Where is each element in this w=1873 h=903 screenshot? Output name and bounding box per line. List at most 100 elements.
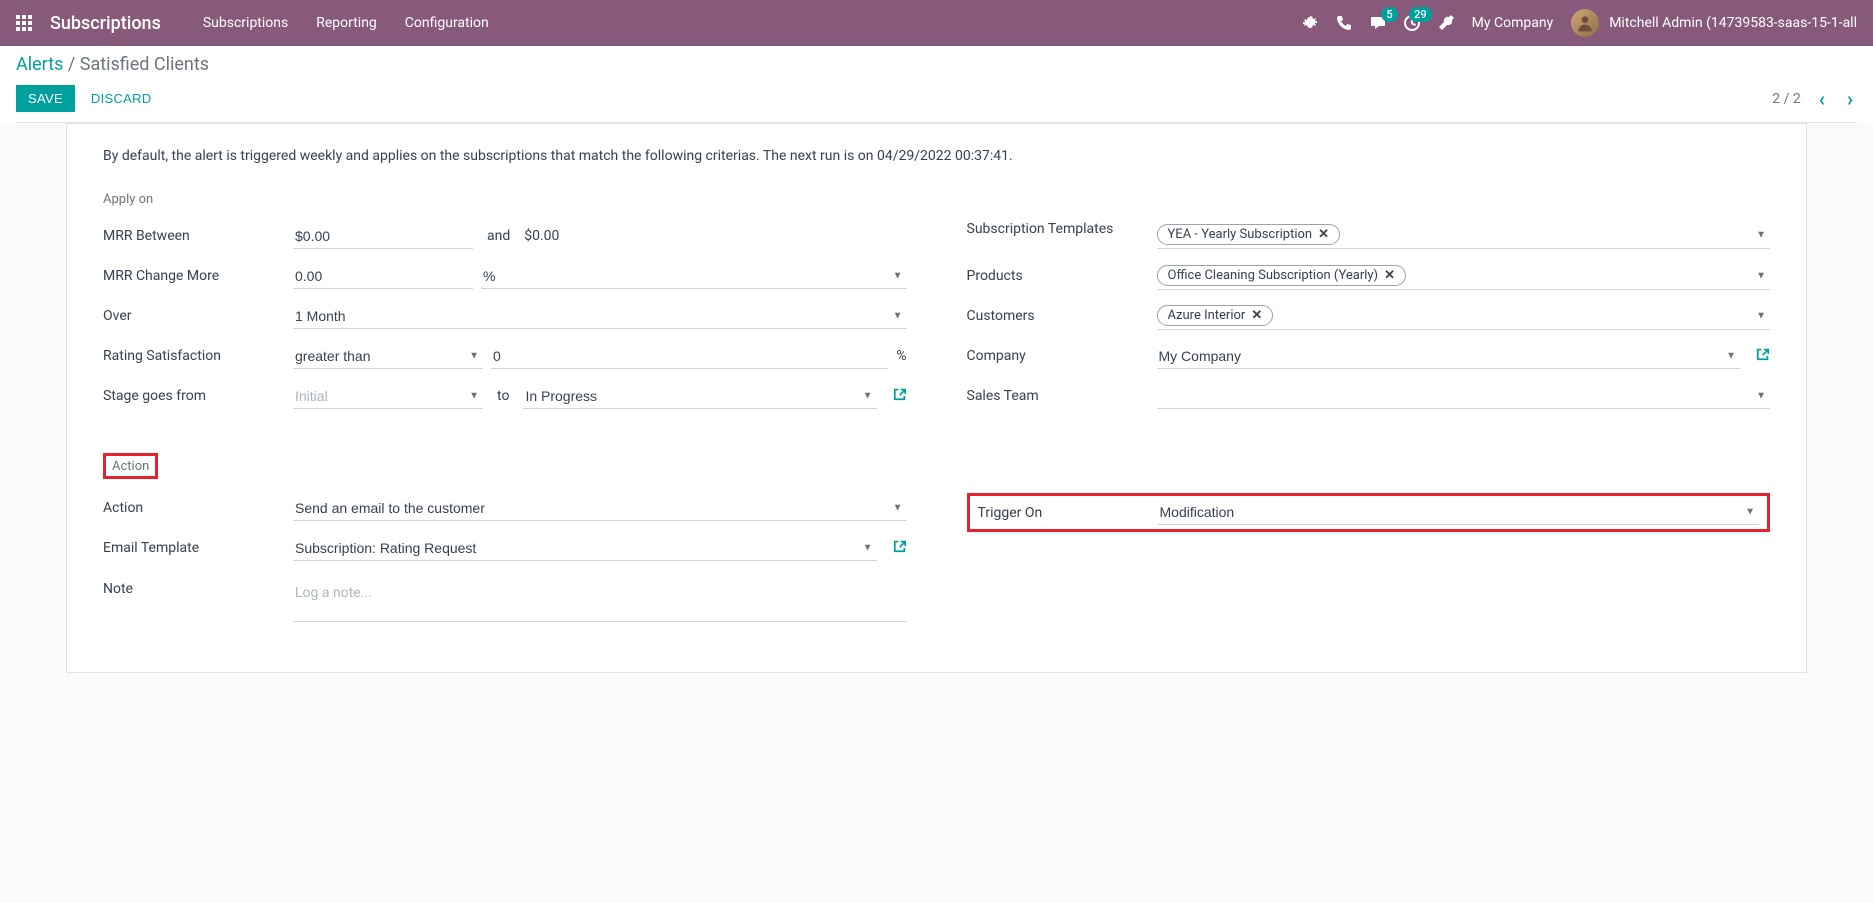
tag-remove-icon[interactable]: ✕ <box>1384 268 1395 283</box>
action-select[interactable]: ▼ <box>293 496 907 521</box>
trigger-highlight: Trigger On ▼ <box>967 493 1771 532</box>
email-tmpl-select[interactable]: ▼ <box>293 536 877 561</box>
trigger-select[interactable]: ▼ <box>1158 500 1760 525</box>
sub-tmpl-tags[interactable]: YEA - Yearly Subscription ✕ ▼ <box>1157 221 1771 249</box>
action-section: Action Action ▼ Email Template <box>103 453 1770 632</box>
tag-text: Azure Interior <box>1168 308 1246 323</box>
action-header: Action <box>112 459 149 474</box>
sales-team-label: Sales Team <box>967 388 1157 404</box>
external-link-icon[interactable] <box>893 539 907 557</box>
customers-label: Customers <box>967 308 1157 324</box>
breadcrumb: Alerts / Satisfied Clients <box>16 54 1857 75</box>
sales-team-select[interactable]: ▼ <box>1157 384 1771 409</box>
external-link-icon[interactable] <box>1756 347 1770 365</box>
trigger-input[interactable] <box>1158 500 1760 524</box>
stage-from-select[interactable]: ▼ <box>293 384 483 409</box>
bug-icon[interactable] <box>1302 15 1318 31</box>
chevron-down-icon: ▼ <box>1756 229 1766 240</box>
email-tmpl-input[interactable] <box>293 536 877 560</box>
over-input[interactable] <box>293 304 907 328</box>
sub-tmpl-label: Subscription Templates <box>967 221 1157 237</box>
breadcrumb-current: Satisfied Clients <box>80 54 209 75</box>
mrr-to-text: $0.00 <box>524 228 559 244</box>
user-name: Mitchell Admin (14739583-saas-15-1-all <box>1609 15 1857 31</box>
action-buttons: SAVE DISCARD <box>16 85 164 112</box>
control-row: SAVE DISCARD 2 / 2 ‹ › <box>16 85 1857 123</box>
company-switcher[interactable]: My Company <box>1472 15 1554 31</box>
app-title: Subscriptions <box>50 13 161 34</box>
avatar <box>1571 9 1599 37</box>
over-select[interactable]: ▼ <box>293 304 907 329</box>
mrr-change-input[interactable] <box>293 264 473 289</box>
tag-yea: YEA - Yearly Subscription ✕ <box>1157 224 1341 245</box>
products-tags[interactable]: Office Cleaning Subscription (Yearly) ✕ … <box>1157 262 1771 290</box>
and-label: and <box>481 228 516 244</box>
user-menu[interactable]: Mitchell Admin (14739583-saas-15-1-all <box>1571 9 1857 37</box>
save-button[interactable]: SAVE <box>16 85 75 112</box>
note-label: Note <box>103 581 293 597</box>
stage-to-select[interactable]: ▼ <box>523 384 876 409</box>
rating-op-input[interactable] <box>293 344 483 368</box>
company-label: Company <box>967 348 1157 364</box>
mrr-change-label: MRR Change More <box>103 268 293 284</box>
mrr-between-label: MRR Between <box>103 228 293 244</box>
wrench-icon[interactable] <box>1438 15 1454 31</box>
action-input[interactable] <box>293 496 907 520</box>
action-header-highlight: Action <box>103 453 158 479</box>
chevron-down-icon: ▼ <box>1756 270 1766 281</box>
breadcrumb-sep: / <box>63 54 79 75</box>
pager-prev[interactable]: ‹ <box>1815 87 1829 111</box>
company-input[interactable] <box>1157 344 1741 368</box>
messages-icon[interactable]: 5 <box>1370 15 1386 31</box>
navbar-right: 5 29 My Company Mitchell Admin (14739583… <box>1302 9 1857 37</box>
nav-menu: Subscriptions Reporting Configuration <box>203 15 489 31</box>
tag-text: YEA - Yearly Subscription <box>1168 227 1313 242</box>
over-label: Over <box>103 308 293 324</box>
trigger-label: Trigger On <box>978 505 1158 521</box>
control-panel: Alerts / Satisfied Clients SAVE DISCARD … <box>0 46 1873 123</box>
left-col: MRR Between and $0.00 MRR Change More ▼ <box>103 221 907 421</box>
top-navbar: Subscriptions Subscriptions Reporting Co… <box>0 0 1873 46</box>
nav-menu-configuration[interactable]: Configuration <box>405 15 489 31</box>
company-select[interactable]: ▼ <box>1157 344 1741 369</box>
note-textarea[interactable] <box>293 581 907 622</box>
discard-button[interactable]: DISCARD <box>79 85 164 112</box>
activity-badge: 29 <box>1409 7 1432 22</box>
apps-icon[interactable] <box>16 15 32 31</box>
products-label: Products <box>967 268 1157 284</box>
stage-to-input[interactable] <box>523 384 876 408</box>
breadcrumb-parent[interactable]: Alerts <box>16 54 63 75</box>
tag-customer: Azure Interior ✕ <box>1157 305 1274 326</box>
rating-label: Rating Satisfaction <box>103 348 293 364</box>
apply-on-grid: MRR Between and $0.00 MRR Change More ▼ <box>103 221 1770 421</box>
tag-remove-icon[interactable]: ✕ <box>1318 227 1329 242</box>
pager-next[interactable]: › <box>1843 87 1857 111</box>
form-sheet: By default, the alert is triggered weekl… <box>66 123 1807 673</box>
nav-menu-subscriptions[interactable]: Subscriptions <box>203 15 288 31</box>
mrr-change-unit[interactable]: ▼ <box>481 264 907 289</box>
rating-val-input[interactable] <box>491 344 888 369</box>
mrr-from-input[interactable] <box>293 224 473 249</box>
phone-icon[interactable] <box>1336 15 1352 31</box>
activity-icon[interactable]: 29 <box>1404 15 1420 31</box>
tag-text: Office Cleaning Subscription (Yearly) <box>1168 268 1379 283</box>
percent-suffix: % <box>896 348 906 364</box>
chevron-down-icon: ▼ <box>1756 310 1766 321</box>
messages-badge: 5 <box>1381 7 1397 22</box>
to-label: to <box>491 388 515 404</box>
email-tmpl-label: Email Template <box>103 540 293 556</box>
tag-remove-icon[interactable]: ✕ <box>1251 308 1262 323</box>
mrr-change-unit-input[interactable] <box>481 264 907 288</box>
info-text: By default, the alert is triggered weekl… <box>103 148 1770 164</box>
apply-on-header: Apply on <box>103 192 1770 207</box>
right-col: Subscription Templates YEA - Yearly Subs… <box>967 221 1771 421</box>
stage-from-input[interactable] <box>293 384 483 408</box>
sales-team-input[interactable] <box>1157 384 1771 408</box>
navbar-left: Subscriptions Subscriptions Reporting Co… <box>16 13 489 34</box>
rating-op-select[interactable]: ▼ <box>293 344 483 369</box>
customers-tags[interactable]: Azure Interior ✕ ▼ <box>1157 302 1771 330</box>
nav-menu-reporting[interactable]: Reporting <box>316 15 377 31</box>
external-link-icon[interactable] <box>893 387 907 405</box>
action-label: Action <box>103 500 293 516</box>
pager-text: 2 / 2 <box>1772 91 1800 107</box>
